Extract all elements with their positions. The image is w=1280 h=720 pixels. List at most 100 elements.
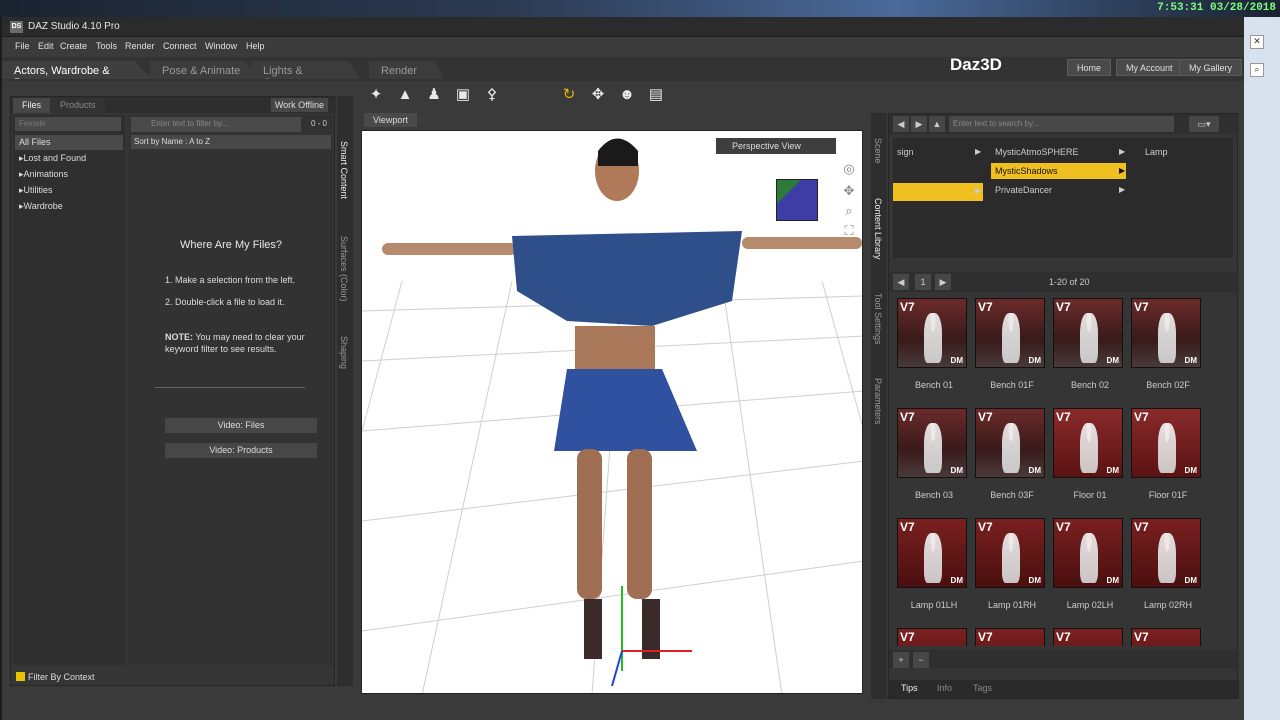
tab-lights-cameras[interactable]: Lights & Cameras [251,61,361,79]
viewport-tab[interactable]: Viewport [364,113,417,127]
close-icon[interactable]: ✕ [1250,35,1264,49]
tab-info[interactable]: Info [937,683,952,693]
asset-tile[interactable]: V7 [975,628,1049,646]
asset-tile[interactable]: V7 DM Lamp 01LH [897,518,971,626]
video-products-button[interactable]: Video: Products [165,443,317,458]
next-page-icon[interactable]: ▶ [935,274,951,290]
home-button[interactable]: Home [1067,59,1112,76]
asset-tile[interactable]: V7 DM Floor 01 [1053,408,1127,516]
thumbnail: V7 DM [1053,298,1123,368]
new-figure-icon[interactable]: ✦ [365,84,387,106]
folder-mysticshadows[interactable]: MysticShadows [991,163,1126,179]
menu-tools[interactable]: Tools [96,41,117,51]
asset-label: Bench 03F [990,490,1034,500]
asset-tile[interactable]: V7 DM Bench 03 [897,408,971,516]
folder-privatedancer[interactable]: PrivateDancer [991,182,1126,198]
remove-icon[interactable]: − [913,652,929,668]
viewport[interactable]: Perspective View ◎ ✥ ⌕ ⛶ [361,130,863,694]
column-item-sign[interactable]: sign [893,144,983,160]
filter-by-context[interactable]: Filter By Context [16,672,95,682]
category-lost-and-found[interactable]: ▸Lost and Found [15,151,123,166]
my-gallery-button[interactable]: My Gallery [1179,59,1243,76]
asset-tile[interactable]: V7 [1131,628,1205,646]
filter-search-input[interactable]: Enter text to filter by... [131,117,301,132]
tab-products[interactable]: Products [51,98,105,113]
asset-tile[interactable]: V7 DM Bench 01F [975,298,1049,406]
tab-actors-wardrobe-props[interactable]: Actors, Wardrobe & Props [2,61,152,79]
menu-window[interactable]: Window [205,41,237,51]
camera-tool-icon[interactable]: ▤ [645,84,667,106]
back-icon[interactable]: ◀ [893,116,909,132]
work-offline-button[interactable]: Work Offline [270,98,328,112]
tab-smart-content[interactable]: Smart Content [339,141,349,199]
asset-tile[interactable]: V7 [1053,628,1127,646]
v7-badge: V7 [1056,300,1071,314]
asset-tile[interactable]: V7 DM Bench 01 [897,298,971,406]
filter-by-context-label: Filter By Context [28,672,95,682]
zoom-icon[interactable]: ⌕ [840,203,858,219]
menu-create[interactable]: Create [60,41,87,51]
filter-dropdown[interactable]: Female [15,117,121,131]
folder-lamp[interactable]: Lamp [1141,144,1231,160]
video-files-button[interactable]: Video: Files [165,418,317,433]
tab-surfaces[interactable]: Surfaces (Color) [339,236,349,302]
orbit-icon[interactable]: ◎ [840,161,858,177]
asset-tile[interactable]: V7 DM Lamp 02LH [1053,518,1127,626]
category-utilities[interactable]: ▸Utilities [15,183,123,198]
asset-tile[interactable]: V7 DM Bench 02F [1131,298,1205,406]
category-label: Wardrobe [23,201,63,211]
category-all-files[interactable]: All Files [15,135,123,150]
menu-render[interactable]: Render [125,41,155,51]
menu-file[interactable]: File [15,41,30,51]
view-cube[interactable] [776,179,818,221]
props-icon[interactable]: ⚴ [481,84,503,106]
environment-icon[interactable]: ▲ [394,84,416,106]
pose-tool-icon[interactable]: ✥ [587,84,609,106]
menu-connect[interactable]: Connect [163,41,197,51]
forward-icon[interactable]: ▶ [911,116,927,132]
tab-tips[interactable]: Tips [901,683,918,693]
up-icon[interactable]: ▲ [929,116,945,132]
page-number[interactable]: 1 [915,274,931,290]
search-icon[interactable]: ⌕ [1250,63,1264,77]
tab-tool-settings[interactable]: Tool Settings [873,293,883,345]
wardrobe-icon[interactable]: ▣ [452,84,474,106]
category-wardrobe[interactable]: ▸Wardrobe [15,199,123,214]
my-account-button[interactable]: My Account [1116,59,1183,76]
category-animations[interactable]: ▸Animations [15,167,123,182]
figure-icon[interactable]: ♟ [423,84,445,106]
asset-tile[interactable]: V7 [897,628,971,646]
tab-files[interactable]: Files [13,98,51,113]
prev-page-icon[interactable]: ◀ [893,274,909,290]
v7-badge: V7 [978,520,993,534]
tab-content-library[interactable]: Content Library [873,198,883,260]
pan-icon[interactable]: ✥ [840,183,858,199]
asset-tile[interactable]: V7 DM Bench 02 [1053,298,1127,406]
folder-icon[interactable]: ▭▾ [1189,116,1219,132]
figure-preview [1002,313,1020,363]
folder-mysticatmosphere[interactable]: MysticAtmoSPHERE [991,144,1126,160]
asset-tile[interactable]: V7 DM Lamp 01RH [975,518,1049,626]
tab-tags[interactable]: Tags [973,683,992,693]
tab-parameters[interactable]: Parameters [873,378,883,425]
asset-tile[interactable]: V7 DM Bench 03F [975,408,1049,516]
sort-dropdown[interactable]: Sort by Name : A to Z [131,135,331,149]
asset-tile[interactable]: V7 DM Floor 01F [1131,408,1205,516]
asset-label: Bench 02 [1070,380,1110,390]
left-tabs: Files Products Work Offline [11,97,336,113]
add-icon[interactable]: + [893,652,909,668]
thumbnail: V7 DM [1053,518,1123,588]
column-item-selected[interactable] [893,183,983,201]
node-tool-icon[interactable]: ☻ [616,84,638,106]
frame-icon[interactable]: ⛶ [840,223,858,239]
tab-shaping[interactable]: Shaping [339,336,349,369]
rotate-tool-icon[interactable]: ↻ [558,84,580,106]
tab-pose-animate[interactable]: Pose & Animate [150,61,258,79]
tab-render[interactable]: Render [369,61,444,79]
camera-dropdown[interactable]: Perspective View [716,138,836,154]
menu-help[interactable]: Help [246,41,265,51]
asset-tile[interactable]: V7 DM Lamp 02RH [1131,518,1205,626]
tab-scene[interactable]: Scene [873,138,883,164]
menu-edit[interactable]: Edit [38,41,54,51]
library-search-input[interactable]: Enter text to search by... [949,116,1174,132]
